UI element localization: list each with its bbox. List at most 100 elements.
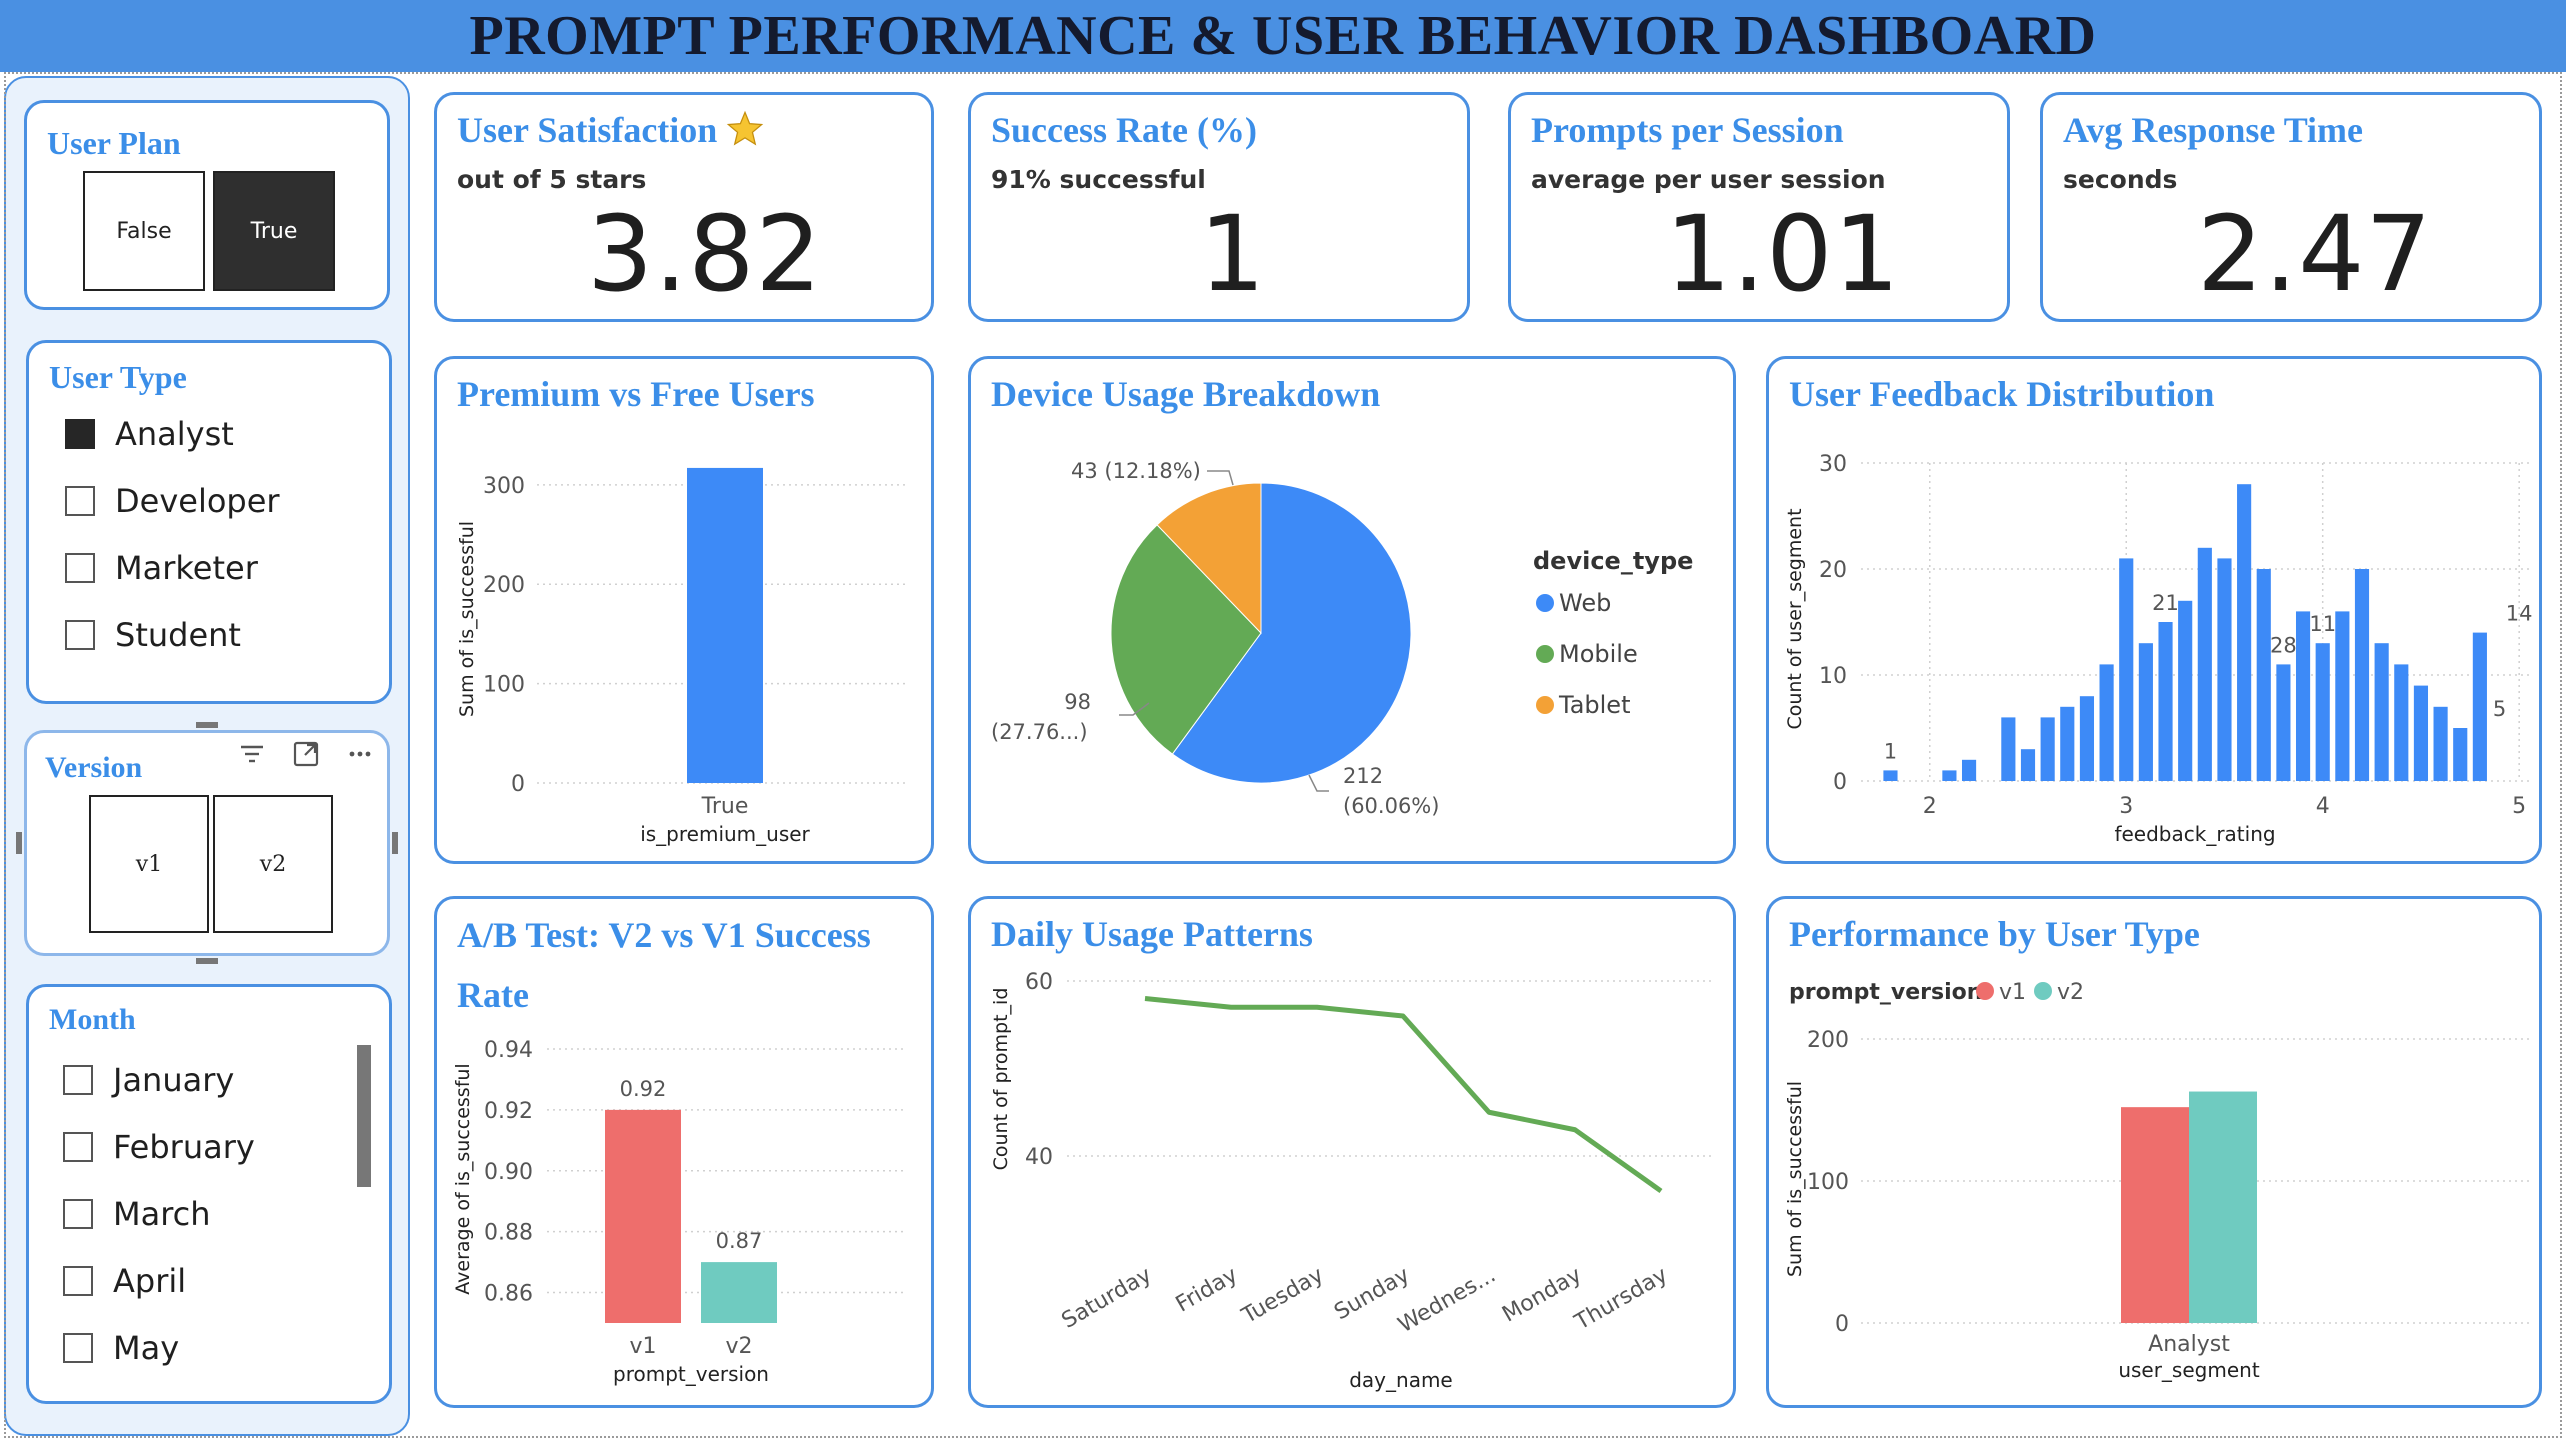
- x-tick-label: Tuesday: [1237, 1263, 1328, 1330]
- kpi-value: 1: [1199, 193, 1267, 315]
- histogram-bar: [2413, 685, 2429, 781]
- y-tick-label: 60: [1025, 970, 1053, 995]
- legend-title: device_type: [1533, 547, 1693, 575]
- histogram-bar: [2354, 569, 2370, 781]
- x-tick-label: True: [701, 794, 749, 819]
- kpi-title: Prompts per Session: [1531, 110, 1844, 150]
- histogram-bar: [2001, 717, 2016, 781]
- x-axis-title: day_name: [1349, 1368, 1453, 1392]
- user-type-item-student[interactable]: Student: [65, 616, 241, 654]
- expand-icon[interactable]: [293, 741, 319, 773]
- user-plan-title: User Plan: [47, 125, 181, 161]
- histogram-bar: [2472, 632, 2487, 781]
- more-options-icon[interactable]: [347, 741, 373, 773]
- legend-label: Web: [1559, 589, 1611, 617]
- y-tick-label: 100: [483, 673, 525, 698]
- kpi-subtitle: seconds: [2063, 165, 2178, 194]
- user-plan-option-false[interactable]: False: [83, 171, 205, 291]
- slice-label-mobile-pct: (27.76...): [991, 720, 1088, 744]
- slice-label-tablet: 43 (12.18%): [1071, 459, 1201, 483]
- data-label: 28: [2270, 633, 2297, 657]
- checkbox-icon[interactable]: [63, 1199, 93, 1229]
- x-tick-label: 2: [1923, 794, 1937, 819]
- checkbox-icon[interactable]: [63, 1333, 93, 1363]
- bar-v2: [701, 1262, 777, 1323]
- kpi-user-satisfaction: User Satisfaction out of 5 stars 3.82: [434, 92, 934, 322]
- legend-marker: [2034, 982, 2052, 1000]
- user-type-item-developer[interactable]: Developer: [65, 482, 280, 520]
- checkbox-icon[interactable]: [63, 1266, 93, 1296]
- user-type-item-marketer[interactable]: Marketer: [65, 549, 258, 587]
- y-axis-title: Count of user_segment: [1784, 508, 1806, 729]
- leader-line: [1207, 470, 1234, 486]
- data-label: 0.87: [716, 1229, 763, 1253]
- legend-label: Tablet: [1558, 691, 1630, 719]
- y-axis-title: Average of is_successful: [452, 1063, 474, 1294]
- histogram-bar: [2237, 484, 2252, 781]
- usage-line: [1144, 996, 1663, 1194]
- x-tick-label: 5: [2512, 794, 2526, 819]
- user-type-item-analyst[interactable]: Analyst: [65, 415, 234, 453]
- filter-icon[interactable]: [239, 741, 265, 773]
- month-item-february[interactable]: February: [63, 1128, 255, 1166]
- version-title: Version: [45, 751, 143, 784]
- checkbox-checked-icon[interactable]: [65, 419, 95, 449]
- y-tick-label: 0.88: [484, 1221, 533, 1246]
- checkbox-icon[interactable]: [63, 1132, 93, 1162]
- y-tick-label: 100: [1807, 1170, 1849, 1195]
- data-label: 11: [2309, 612, 2336, 636]
- month-item-may[interactable]: May: [63, 1329, 179, 1367]
- histogram-bar: [2079, 696, 2095, 781]
- slice-label-web: 212: [1343, 764, 1383, 788]
- checkbox-icon[interactable]: [63, 1065, 93, 1095]
- histogram-bar: [2119, 558, 2134, 781]
- y-tick-label: 0.94: [484, 1038, 533, 1063]
- y-tick-label: 20: [1819, 558, 1847, 583]
- legend-marker: [1976, 982, 1994, 1000]
- checkbox-icon[interactable]: [65, 486, 95, 516]
- month-title: Month: [49, 1003, 136, 1036]
- histogram-bar: [1883, 770, 1898, 781]
- kpi-title: Success Rate (%): [991, 110, 1257, 150]
- x-tick-label: 4: [2316, 794, 2330, 819]
- y-tick-label: 0.86: [484, 1282, 533, 1307]
- legend-title: prompt_version: [1789, 980, 1982, 1005]
- y-tick-label: 200: [483, 573, 525, 598]
- scrollbar-thumb[interactable]: [357, 1045, 371, 1187]
- x-axis-title: feedback_rating: [2114, 822, 2275, 846]
- version-slicer[interactable]: Version v1 v2: [24, 730, 390, 956]
- slice-label-mobile: 98: [1064, 690, 1091, 714]
- leader-line: [1308, 774, 1329, 792]
- histogram-bar: [1961, 759, 1977, 781]
- y-tick-label: 40: [1025, 1145, 1053, 1170]
- premium-chart-plot: 0 100 200 300Sum of is_successful True is_pre…: [456, 467, 907, 846]
- month-item-april[interactable]: April: [63, 1262, 186, 1300]
- version-option-v2[interactable]: v2: [213, 795, 333, 933]
- kpi-title: Avg Response Time: [2063, 110, 2364, 150]
- user-feedback-chart: User Feedback Distribution 0 10 20 30 2 3 4 5 Co…: [1766, 356, 2542, 864]
- x-tick-label: Analyst: [2148, 1332, 2230, 1357]
- histogram-bar: [2138, 643, 2153, 781]
- histogram-bar: [2315, 643, 2330, 781]
- month-item-march[interactable]: March: [63, 1195, 211, 1233]
- histogram-bar: [2374, 643, 2389, 781]
- y-axis-title: Sum of is_successful: [1784, 1081, 1806, 1277]
- legend-label: v1: [1999, 980, 2026, 1005]
- kpi-success-rate: Success Rate (%) 91% successful 1: [968, 92, 1470, 322]
- month-item-january[interactable]: January: [63, 1061, 234, 1099]
- checkbox-icon[interactable]: [65, 620, 95, 650]
- user-type-label: Analyst: [115, 415, 234, 453]
- checkbox-icon[interactable]: [65, 553, 95, 583]
- histogram-bar: [1942, 770, 1957, 781]
- x-tick-label: Thursday: [1570, 1263, 1672, 1336]
- histogram-bar: [2020, 749, 2036, 781]
- histogram-bar: [2178, 600, 2193, 781]
- user-plan-option-true[interactable]: True: [213, 171, 335, 291]
- version-option-v1[interactable]: v1: [89, 795, 209, 933]
- y-axis-title: Sum of is_successful: [456, 521, 478, 717]
- ab-test-chart: A/B Test: V2 vs V1 Success Rate 0.86 0.88…: [434, 896, 934, 1408]
- user-type-label: Developer: [115, 482, 280, 520]
- usertype-chart-plot: prompt_version v1 v2 0 100 200 Sum of is_succe…: [1784, 980, 2529, 1382]
- kpi-value: 2.47: [2197, 193, 2433, 315]
- user-type-slicer: User Type Analyst Developer Marketer Stu…: [26, 340, 392, 704]
